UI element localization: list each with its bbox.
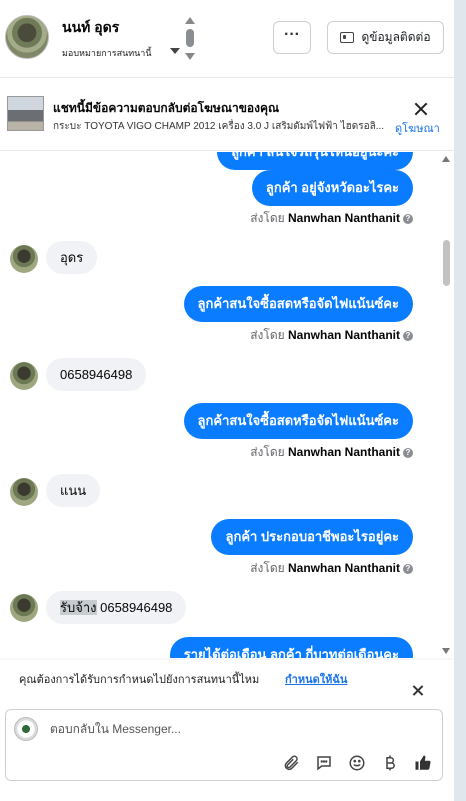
conversation-panel: นนท์ อุดร มอบหมายการสนทนานี้ ··· ดูข้อมู…: [0, 0, 454, 801]
outgoing-message: ลูกค้าสนใจซื้อสดหรือจัดไฟแน้นซ์คะ: [183, 286, 413, 322]
scroll-up-icon[interactable]: [442, 156, 450, 162]
info-icon[interactable]: ?: [403, 447, 413, 458]
reply-composer: [5, 709, 443, 781]
scroll-down-icon[interactable]: [185, 53, 195, 60]
highlighted-text: รับจ้าง: [60, 600, 97, 615]
conversation-header: นนท์ อุดร มอบหมายการสนทนานี้ ··· ดูข้อมู…: [0, 0, 454, 78]
ad-banner-title: แชทนี้มีข้อความตอบกลับต่อโฆษณาของคุณ: [53, 101, 280, 115]
thumbs-up-icon[interactable]: [414, 754, 432, 772]
assign-notice: คุณต้องการได้รับการกำหนดไปยังการสนทนานี้…: [0, 660, 454, 696]
outgoing-message: ลูกค้าสนใจซื้อสดหรือจัดไฟแน้นซ์คะ: [183, 403, 413, 439]
more-options-button[interactable]: ···: [273, 21, 311, 54]
sent-by-label: ส่งโดย Nanwhan Nanthanit?: [250, 209, 413, 228]
contact-avatar-small: [10, 478, 38, 506]
info-icon[interactable]: ?: [403, 563, 413, 574]
page-avatar: [14, 717, 38, 741]
ad-banner-subtitle: กระบะ TOYOTA VIGO CHAMP 2012 เครื่อง 3.0…: [53, 121, 385, 132]
window-edge: [454, 0, 466, 801]
paperclip-icon[interactable]: [282, 754, 300, 772]
message-scrollbar[interactable]: [440, 152, 452, 658]
ad-reply-banner: แชทนี้มีข้อความตอบกลับต่อโฆษณาของคุณ กระ…: [0, 79, 454, 151]
contact-card-icon: [340, 32, 355, 43]
sent-by-label: ส่งโดย Nanwhan Nanthanit?: [250, 326, 413, 345]
ad-thumbnail: [7, 96, 44, 131]
composer-area: [0, 697, 454, 801]
chevron-down-icon[interactable]: [170, 48, 180, 54]
assign-conversation-dropdown[interactable]: มอบหมายการสนทนานี้: [62, 46, 152, 60]
incoming-message: 0658946498: [46, 358, 147, 391]
contact-avatar[interactable]: [5, 15, 49, 59]
header-scroll-control[interactable]: [185, 17, 195, 61]
scroll-thumb[interactable]: [186, 29, 194, 47]
incoming-message: แนน: [46, 474, 101, 507]
view-ad-link[interactable]: ดูโฆษณา: [395, 119, 440, 137]
assign-notice-text: คุณต้องการได้รับการกำหนดไปยังการสนทนานี้…: [19, 674, 260, 686]
contact-avatar-small: [10, 594, 38, 622]
info-icon[interactable]: ?: [403, 213, 413, 224]
outgoing-message: ลูกค้า อยู่จังหวัดอะไรคะ: [251, 170, 413, 206]
reply-input[interactable]: [50, 722, 420, 736]
contact-avatar-small: [10, 245, 38, 273]
view-contact-label: ดูข้อมูลติดต่อ: [361, 30, 431, 44]
contact-avatar-small: [10, 362, 38, 390]
sent-by-label: ส่งโดย Nanwhan Nanthanit?: [250, 559, 413, 578]
view-contact-button[interactable]: ดูข้อมูลติดต่อ: [327, 21, 444, 54]
incoming-message: รับจ้าง 0658946498: [46, 591, 187, 624]
info-icon[interactable]: ?: [403, 330, 413, 341]
smiley-icon[interactable]: [348, 754, 366, 772]
outgoing-message: รายได้ต่อเดือน ลูกค้า กี่บาทต่อเดือนคะ: [169, 637, 413, 658]
close-icon[interactable]: [414, 102, 428, 116]
scroll-down-icon[interactable]: [442, 648, 450, 654]
composer-toolbar: [282, 754, 432, 772]
outgoing-message: ลูกค้า ประกอบอาชีพอะไรอยู่คะ: [211, 519, 413, 555]
scroll-up-icon[interactable]: [185, 17, 195, 24]
assign-to-me-link[interactable]: กำหนดให้ฉัน: [285, 670, 347, 688]
scrollbar-thumb[interactable]: [443, 240, 450, 286]
chat-bubble-icon[interactable]: [315, 754, 333, 772]
outgoing-message: ลูกค้า สนใจรถรุ่นไหนอยู่นะคะ: [217, 152, 413, 170]
baht-icon[interactable]: [381, 754, 399, 772]
contact-name[interactable]: นนท์ อุดร: [62, 17, 119, 39]
incoming-message: อุดร: [46, 241, 98, 274]
close-icon[interactable]: [412, 685, 423, 696]
sent-by-label: ส่งโดย Nanwhan Nanthanit?: [250, 443, 413, 462]
message-list: ลูกค้า สนใจรถรุ่นไหนอยู่นะคะ ลูกค้า อยู่…: [0, 152, 454, 658]
